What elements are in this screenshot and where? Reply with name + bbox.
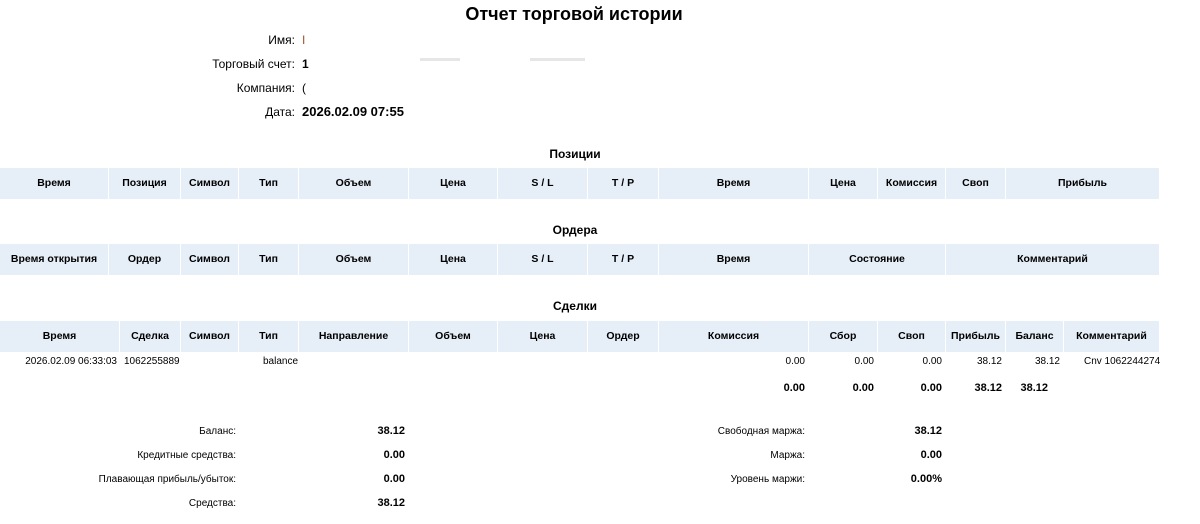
total-swap: 0.00 xyxy=(920,382,942,394)
column-header: Сделка xyxy=(120,321,181,352)
deal-balance: 38.12 xyxy=(1034,356,1060,367)
column-header: Объем xyxy=(299,244,409,275)
deal-fee: 0.00 xyxy=(854,356,874,367)
orders-header: Время открытия Ордер Символ Тип Объем Це… xyxy=(0,244,1160,275)
balance-label: Баланс: xyxy=(199,426,236,437)
column-header: Ордер xyxy=(109,244,181,275)
deals-section-title: Сделки xyxy=(553,299,597,313)
deal-swap: 0.00 xyxy=(922,356,942,367)
redacted-mark xyxy=(420,58,460,61)
margin-level-value: 0.00% xyxy=(910,473,942,485)
deal-id: 1062255889 xyxy=(124,356,180,367)
total-balance: 38.12 xyxy=(1020,382,1048,394)
company-value: ( xyxy=(302,81,306,95)
deal-type: balance xyxy=(263,356,299,367)
account-value: 1 xyxy=(302,57,309,71)
redacted-mark xyxy=(530,58,585,61)
deal-order xyxy=(588,352,659,372)
column-header: Время xyxy=(0,321,120,352)
column-header: Цена xyxy=(409,168,498,199)
deal-direction xyxy=(299,352,409,372)
floating-pl-value: 0.00 xyxy=(383,473,405,485)
column-header: T / P xyxy=(588,244,659,275)
column-header: Сбор xyxy=(809,321,878,352)
company-label: Компания: xyxy=(236,81,295,95)
margin-level-label: Уровень маржи: xyxy=(730,474,805,485)
table-row: 2026.02.09 06:33:03 1062255889 balance 0… xyxy=(0,352,1160,372)
column-header: Направление xyxy=(299,321,409,352)
column-header: Время xyxy=(0,168,109,199)
column-header: Комментарий xyxy=(1064,321,1160,352)
column-header: Баланс xyxy=(1006,321,1064,352)
column-header: Цена xyxy=(809,168,878,199)
column-header: Прибыль xyxy=(946,321,1006,352)
column-header: Символ xyxy=(181,321,239,352)
deal-time: 2026.02.09 06:33:03 xyxy=(25,356,117,367)
positions-section-title: Позиции xyxy=(549,147,601,161)
positions-header: Время Позиция Символ Тип Объем Цена S / … xyxy=(0,168,1160,199)
floating-pl-label: Плавающая прибыль/убыток: xyxy=(98,474,236,485)
column-header: Комиссия xyxy=(878,168,946,199)
total-fee: 0.00 xyxy=(852,382,874,394)
column-header: Своп xyxy=(878,321,946,352)
column-header: Время xyxy=(659,244,809,275)
name-value: I xyxy=(302,33,306,47)
column-header: S / L xyxy=(498,244,588,275)
margin-label: Маржа: xyxy=(770,450,805,461)
equity-value: 38.12 xyxy=(377,497,405,509)
column-header: Ордер xyxy=(588,321,659,352)
column-header: Символ xyxy=(181,244,239,275)
column-header: Позиция xyxy=(109,168,181,199)
column-header: Прибыль xyxy=(1006,168,1160,199)
column-header: Цена xyxy=(498,321,588,352)
total-profit: 38.12 xyxy=(974,382,1002,394)
column-header: Время xyxy=(659,168,809,199)
date-value: 2026.02.09 07:55 xyxy=(302,104,404,119)
column-header: Тип xyxy=(239,321,299,352)
date-label: Дата: xyxy=(265,105,295,119)
column-header: Состояние xyxy=(809,244,946,275)
column-header: Объем xyxy=(409,321,498,352)
column-header: Комментарий xyxy=(946,244,1160,275)
deal-symbol xyxy=(181,352,239,372)
balance-value: 38.12 xyxy=(377,425,405,437)
deal-volume xyxy=(409,352,498,372)
column-header: Своп xyxy=(946,168,1006,199)
credit-label: Кредитные средства: xyxy=(137,450,236,461)
deal-price xyxy=(498,352,588,372)
orders-section-title: Ордера xyxy=(552,223,598,237)
column-header: T / P xyxy=(588,168,659,199)
deal-profit: 38.12 xyxy=(976,356,1002,367)
report-title: Отчет торговой истории xyxy=(465,4,683,24)
column-header: Тип xyxy=(239,168,299,199)
totals-row: 0.00 0.00 0.00 38.12 38.12 xyxy=(0,378,1160,398)
column-header: Тип xyxy=(239,244,299,275)
margin-value: 0.00 xyxy=(920,449,942,461)
name-label: Имя: xyxy=(268,33,295,47)
deals-header: Время Сделка Символ Тип Направление Объе… xyxy=(0,321,1160,352)
account-label: Торговый счет: xyxy=(212,57,295,71)
column-header: S / L xyxy=(498,168,588,199)
equity-label: Средства: xyxy=(188,498,236,509)
credit-value: 0.00 xyxy=(383,449,405,461)
column-header: Цена xyxy=(409,244,498,275)
column-header: Символ xyxy=(181,168,239,199)
deal-commission: 0.00 xyxy=(785,356,805,367)
free-margin-value: 38.12 xyxy=(914,425,942,437)
free-margin-label: Свободная маржа: xyxy=(717,426,805,437)
total-commission: 0.00 xyxy=(783,382,805,394)
column-header: Время открытия xyxy=(0,244,109,275)
deal-comment: Cnv 1062244274 xyxy=(1084,356,1160,367)
column-header: Комиссия xyxy=(659,321,809,352)
column-header: Объем xyxy=(299,168,409,199)
